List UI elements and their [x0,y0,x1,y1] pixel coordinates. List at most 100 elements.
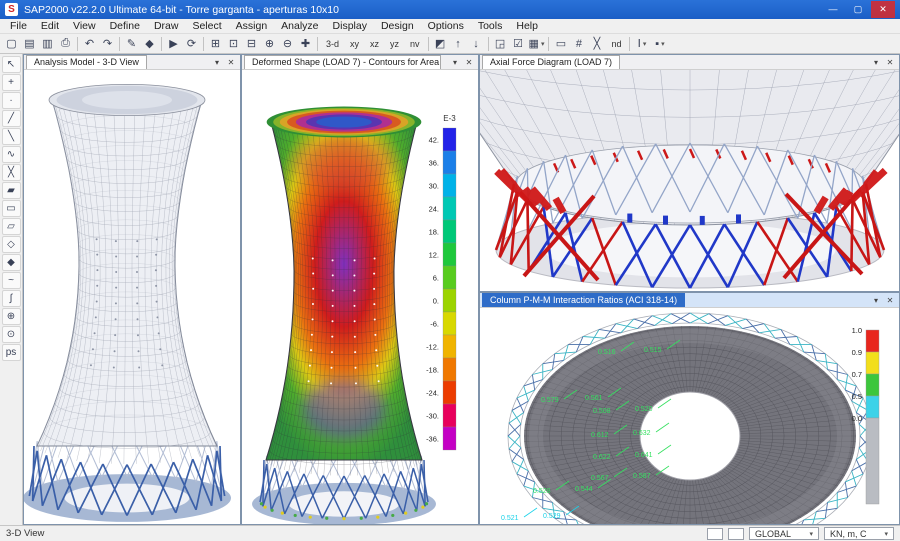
draw-rect-area-icon[interactable]: ▭ [2,200,21,217]
pan-icon[interactable]: ✚ [297,36,314,52]
panel-menu-icon[interactable]: ▾ [869,58,883,67]
status-aux-button[interactable] [707,528,723,540]
toolbar-separator [77,37,78,51]
svg-text:0.632: 0.632 [633,430,651,437]
more-display-dropdown[interactable]: ▪▾ [651,36,668,52]
section-display-dropdown[interactable]: Ⅰ▾ [633,36,650,52]
snap-joints-icon[interactable]: ⊕ [2,308,21,325]
maximize-button[interactable]: ▢ [846,1,870,18]
redo-icon[interactable]: ↷ [99,36,116,52]
move-down-gridline-icon[interactable]: ↓ [468,36,485,52]
snap-grid-icon[interactable]: # [570,36,587,52]
deformed-shape-canvas[interactable]: E-342.36.30.24.18.12.6.0.-6.-12.-18.-24.… [242,70,478,524]
section-designer-button[interactable]: ps [2,344,21,361]
print-icon[interactable]: ⎙ [57,36,74,52]
view-nv-button[interactable]: nv [405,36,425,52]
pmm-ratios-canvas[interactable]: 0.5160.5150.5790.5610.5080.5200.6120.632… [480,308,899,524]
draw-link-icon[interactable]: ~ [2,272,21,289]
draw-quick-frame-icon[interactable]: ╲ [2,128,21,145]
panel-close-icon[interactable]: ✕ [462,58,476,67]
panel-menu-icon[interactable]: ▾ [448,58,462,67]
panel-menu-icon[interactable]: ▾ [210,58,224,67]
svg-text:0.567: 0.567 [591,475,609,482]
lock-model-icon[interactable]: ◆ [141,36,158,52]
axial-force-canvas[interactable] [480,70,899,291]
menu-item-select[interactable]: Select [185,20,228,32]
run-analysis-icon[interactable]: ▶ [165,36,182,52]
brace-select-icon[interactable]: ╳ [588,36,605,52]
window-controls: — ▢ ✕ [821,1,895,18]
panel-close-icon[interactable]: ✕ [224,58,238,67]
menu-item-edit[interactable]: Edit [34,20,66,32]
draw-curved-frame-icon[interactable]: ∿ [2,146,21,163]
menu-item-design[interactable]: Design [374,20,421,32]
draw-solid-icon[interactable]: ◆ [2,254,21,271]
new-model-icon[interactable]: ▢ [3,36,20,52]
shrink-objects-icon[interactable]: ◲ [492,36,509,52]
panel-close-icon[interactable]: ✕ [883,296,897,305]
svg-text:0.641: 0.641 [635,452,653,459]
svg-text:0.516: 0.516 [598,349,616,356]
panel-close-icon[interactable]: ✕ [883,58,897,67]
panel-pmm-title: Column P-M-M Interaction Ratios (ACI 318… [482,293,685,307]
window-title: SAP2000 v22.2.0 Ultimate 64-bit - Torre … [24,4,339,16]
close-button[interactable]: ✕ [871,1,895,18]
svg-text:E-3: E-3 [443,114,456,123]
menu-item-help[interactable]: Help [509,20,545,32]
menu-item-define[interactable]: Define [103,20,147,32]
select-rect-icon[interactable]: ▭ [552,36,569,52]
refresh-view-icon[interactable]: ⟳ [183,36,200,52]
menu-item-tools[interactable]: Tools [471,20,510,32]
menu-item-draw[interactable]: Draw [147,20,186,32]
draw-area-icon[interactable]: ▰ [2,182,21,199]
view-xz-button[interactable]: xz [365,36,384,52]
view-xy-button[interactable]: xy [345,36,364,52]
svg-text:18.: 18. [429,228,439,237]
menu-item-assign[interactable]: Assign [229,20,275,32]
restore-full-view-icon[interactable]: ⊡ [225,36,242,52]
analysis-model-canvas[interactable] [24,70,240,524]
draw-joint-icon[interactable]: ∙ [2,92,21,109]
menu-item-display[interactable]: Display [326,20,374,32]
toolbar-separator [488,37,489,51]
save-model-icon[interactable]: ▥ [39,36,56,52]
previous-zoom-icon[interactable]: ⊟ [243,36,260,52]
select-pointer-icon[interactable]: ↖ [2,56,21,73]
nd-button[interactable]: nd [606,36,626,52]
reshape-object-icon[interactable]: + [2,74,21,91]
svg-text:-6.: -6. [430,320,439,329]
draw-poly-area-icon[interactable]: ◇ [2,236,21,253]
titlebar: S SAP2000 v22.2.0 Ultimate 64-bit - Torr… [0,0,900,19]
draw-braces-icon[interactable]: ╳ [2,164,21,181]
menu-item-options[interactable]: Options [421,20,471,32]
rubber-band-zoom-icon[interactable]: ⊞ [207,36,224,52]
view-yz-button[interactable]: yz [385,36,404,52]
snap-midpoints-icon[interactable]: ⊙ [2,326,21,343]
panel-menu-icon[interactable]: ▾ [869,296,883,305]
zoom-out-icon[interactable]: ⊖ [279,36,296,52]
move-up-gridline-icon[interactable]: ↑ [450,36,467,52]
toolbar-separator [548,37,549,51]
object-models-dropdown[interactable]: ▦▾ [528,36,546,52]
csys-dropdown[interactable]: GLOBAL ▾ [749,527,819,540]
draw-frame-icon[interactable]: ╱ [2,110,21,127]
menu-item-analyze[interactable]: Analyze [274,20,325,32]
svg-text:0.579: 0.579 [541,397,559,404]
view-3d-button[interactable]: 3-d [321,36,344,52]
status-aux-button-2[interactable] [728,528,744,540]
open-model-icon[interactable]: ▤ [21,36,38,52]
draw-tendon-icon[interactable]: ∫ [2,290,21,307]
menu-item-file[interactable]: File [3,20,34,32]
undo-icon[interactable]: ↶ [81,36,98,52]
menu-item-view[interactable]: View [66,20,103,32]
status-view-label: 3-D View [6,528,44,539]
units-dropdown[interactable]: KN, m, C ▾ [824,527,894,540]
draw-quick-area-icon[interactable]: ▱ [2,218,21,235]
display-options-icon[interactable]: ☑ [510,36,527,52]
svg-text:-36.: -36. [426,435,439,444]
perspective-toggle-icon[interactable]: ◩ [432,36,449,52]
draw-toolbar: ↖+∙╱╲∿╳▰▭▱◇◆~∫⊕⊙ps [0,54,23,525]
minimize-button[interactable]: — [821,1,845,18]
zoom-in-icon[interactable]: ⊕ [261,36,278,52]
draw-mode-icon[interactable]: ✎ [123,36,140,52]
